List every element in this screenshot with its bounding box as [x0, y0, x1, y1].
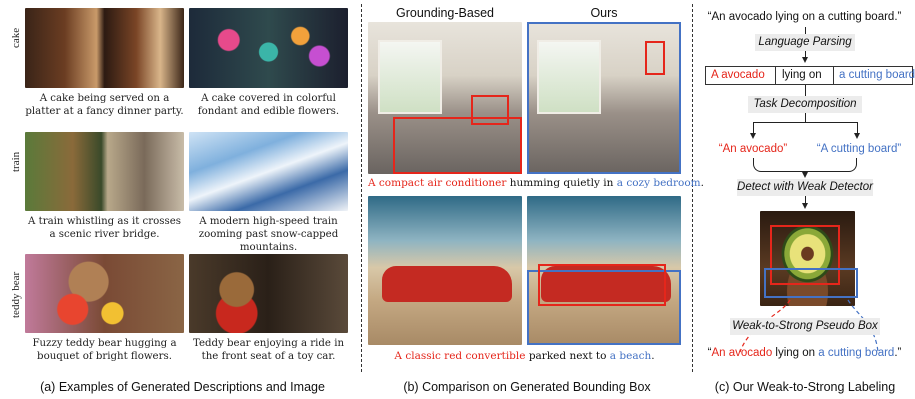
row-label-teddy-bear: teddy bear	[10, 271, 22, 318]
arrow-line	[805, 85, 806, 96]
arrow-head	[801, 57, 808, 63]
merge-line-left	[753, 158, 805, 172]
final-sentence: “An avocado lying on a cutting board.”	[697, 347, 912, 359]
caption-cake-1: A cake being served on a platter at a fa…	[25, 93, 184, 117]
parsed-divider	[833, 67, 834, 84]
bedroom-caption-red: A compact air conditioner	[368, 177, 507, 189]
arrow-head	[749, 133, 756, 139]
step-task-decomposition: Task Decomposition	[748, 96, 862, 113]
beach-grounding-image	[368, 196, 522, 345]
beach-caption-mid: parked next to	[525, 350, 610, 362]
bedroom-caption-blue: a cozy bedroom	[616, 177, 701, 189]
beach-caption-blue: a beach	[609, 350, 652, 362]
train-bridge-image	[25, 132, 184, 211]
teddy-flowers-image	[25, 254, 184, 333]
caption-teddy-1: Fuzzy teddy bear hugging a bouquet of br…	[32, 338, 177, 362]
window-shape	[378, 40, 442, 114]
col-header-grounding: Grounding-Based	[396, 6, 494, 20]
arrow-head	[801, 203, 808, 209]
bedroom-caption-end: .	[700, 177, 704, 189]
merge-line-right	[805, 158, 857, 172]
teddy-car-image	[189, 254, 348, 333]
bedroom-caption: A compact air conditioner humming quietl…	[368, 177, 704, 189]
arrow-head	[853, 133, 860, 139]
final-relation: lying on	[772, 347, 819, 359]
row-label-train: train	[10, 151, 22, 172]
entity-cutting-board: “A cutting board”	[816, 143, 902, 155]
panel-a-title: (a) Examples of Generated Descriptions a…	[40, 380, 325, 394]
cake-flowers-image	[189, 8, 348, 88]
beach-caption-end: .	[651, 350, 655, 362]
car-shape	[382, 266, 512, 302]
entity-avocado: “An avocado”	[718, 143, 788, 155]
grounding-room-box	[393, 117, 522, 174]
step-pseudo-box: Weak-to-Strong Pseudo Box	[730, 318, 880, 335]
branch-line	[753, 122, 857, 123]
ours-ac-box	[645, 41, 665, 75]
arrow-head	[801, 172, 808, 178]
ours-car-box	[538, 264, 666, 306]
caption-train-2: A modern high-speed train zooming past s…	[198, 216, 339, 253]
arrow-line	[805, 113, 806, 122]
cutting-board-box	[764, 268, 858, 298]
final-avocado: An avocado	[711, 347, 773, 359]
step-language-parsing: Language Parsing	[755, 34, 855, 51]
bedroom-caption-mid: humming quietly in	[506, 177, 617, 189]
row-label-cake: cake	[10, 27, 22, 48]
col-header-ours: Ours	[590, 6, 618, 20]
caption-teddy-2: Teddy bear enjoying a ride in the front …	[192, 338, 345, 362]
train-mountain-image	[189, 132, 348, 211]
parsed-relation: lying on	[782, 69, 822, 81]
divider-left	[361, 4, 362, 372]
beach-caption-red: A classic red convertible	[394, 350, 526, 362]
caption-train-1: A train whistling as it crosses a scenic…	[28, 216, 181, 240]
parsed-sentence: A avocado lying on a cutting board.	[705, 66, 915, 85]
panel-b-title: (b) Comparison on Generated Bounding Box	[403, 380, 651, 394]
parsed-object: a cutting board.	[839, 69, 915, 81]
beach-caption: A classic red convertible parked next to…	[368, 350, 681, 362]
final-cutting-board: a cutting board	[818, 347, 895, 359]
caption-cake-2: A cake covered in colorful fondant and e…	[197, 93, 340, 117]
final-end: .”	[894, 347, 902, 359]
input-prompt: “An avocado lying on a cutting board.”	[707, 11, 902, 23]
parsed-subject: A avocado	[711, 69, 765, 81]
panel-c-title: (c) Our Weak-to-Strong Labeling	[714, 380, 896, 394]
parsed-divider	[775, 67, 776, 84]
cake-dinner-image	[25, 8, 184, 88]
step-detect-weak: Detect with Weak Detector	[737, 179, 873, 196]
arrow-line	[805, 27, 806, 34]
